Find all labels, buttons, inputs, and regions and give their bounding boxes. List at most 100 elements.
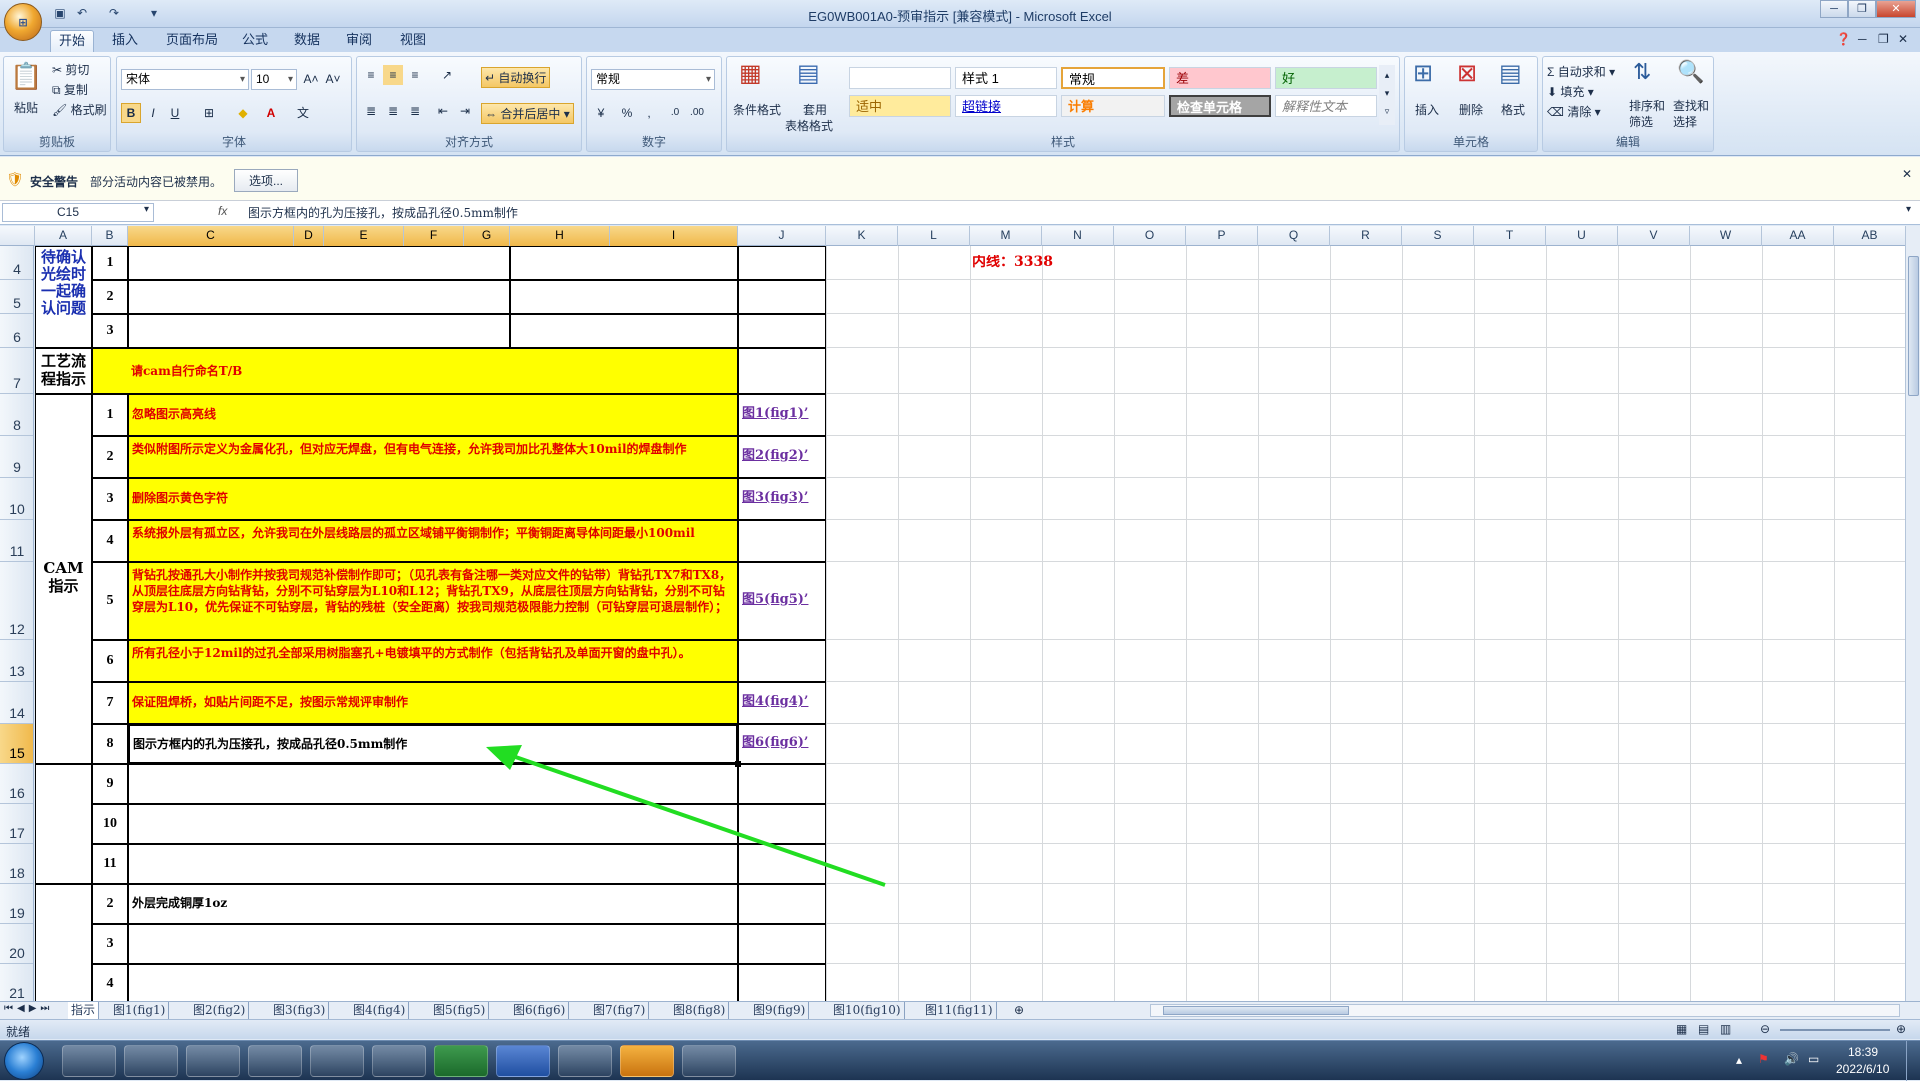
paste-button[interactable]: 粘贴: [14, 99, 38, 116]
start-button[interactable]: [4, 1042, 44, 1080]
row-header-19[interactable]: 19: [0, 884, 33, 924]
col-header-e[interactable]: E: [324, 226, 404, 246]
bottom-num-3[interactable]: 3: [92, 924, 128, 964]
sheet-tab-fig5[interactable]: 图5(fig5): [430, 1002, 490, 1020]
show-desktop-button[interactable]: [1906, 1041, 1920, 1081]
cam-label[interactable]: CAM指示: [35, 394, 92, 764]
sort-filter-label-2[interactable]: 筛选: [1629, 113, 1653, 130]
sheet-tab-instructions[interactable]: 指示: [68, 1002, 100, 1020]
fill-button[interactable]: ⬇ 填充 ▾: [1547, 83, 1594, 100]
fill-color-button[interactable]: ◆: [233, 103, 253, 123]
sheet-tab-fig7[interactable]: 图7(fig7): [590, 1002, 650, 1020]
item-link-7[interactable]: 图4(fig4)’: [742, 695, 808, 709]
sheet-tab-fig4[interactable]: 图4(fig4): [350, 1002, 410, 1020]
item-num-10[interactable]: 10: [92, 804, 128, 844]
security-close-icon[interactable]: ✕: [1902, 167, 1912, 181]
bottom-text-3[interactable]: [128, 924, 738, 964]
col-header-b[interactable]: B: [92, 226, 128, 246]
row-header-20[interactable]: 20: [0, 924, 33, 964]
undo-icon[interactable]: ↶: [74, 5, 90, 21]
item-link-cell-5[interactable]: 图5(fig5)’: [738, 562, 826, 640]
tab-page-layout[interactable]: 页面布局: [158, 30, 226, 52]
style-bad[interactable]: 差: [1169, 67, 1271, 89]
increase-decimal-button[interactable]: .0: [665, 103, 685, 123]
confirm-cell[interactable]: [510, 314, 738, 348]
table-format-button[interactable]: 套用: [803, 101, 827, 118]
name-box[interactable]: C15: [2, 203, 154, 222]
ribbon-close-icon[interactable]: ✕: [1898, 32, 1908, 46]
new-sheet-icon[interactable]: ⊕: [1014, 1003, 1024, 1017]
taskbar-app-red[interactable]: [310, 1045, 364, 1077]
clear-button[interactable]: ⌫ 清除 ▾: [1547, 103, 1601, 120]
delete-cells-button[interactable]: 删除: [1459, 101, 1483, 118]
confirm-num-3[interactable]: 3: [92, 314, 128, 348]
bottom-num-4[interactable]: 4: [92, 964, 128, 1001]
bottom-text-4[interactable]: [128, 964, 738, 1001]
comma-button[interactable]: ,: [639, 103, 659, 123]
taskbar-app-feather[interactable]: [248, 1045, 302, 1077]
style-check-cell[interactable]: 检查单元格: [1169, 95, 1271, 117]
row-header-16[interactable]: 16: [0, 764, 33, 804]
close-button[interactable]: ✕: [1876, 0, 1916, 18]
redo-icon[interactable]: ↷: [106, 5, 122, 21]
currency-button[interactable]: ¥: [591, 103, 611, 123]
col-header-c[interactable]: C: [128, 226, 294, 246]
col-header-l[interactable]: L: [898, 226, 970, 246]
formula-input[interactable]: 图示方框内的孔为压接孔，按成品孔径0.5mm制作: [248, 204, 518, 221]
item-link-cell-11[interactable]: [738, 844, 826, 884]
confirm-cell[interactable]: [510, 280, 738, 314]
confirm-cell[interactable]: [128, 280, 510, 314]
save-icon[interactable]: ▣: [52, 5, 68, 21]
confirm-j-cell[interactable]: [738, 246, 826, 280]
find-select-button[interactable]: 查找和: [1673, 97, 1709, 114]
item-num-11[interactable]: 11: [92, 844, 128, 884]
tab-home[interactable]: 开始: [50, 30, 95, 52]
item-num-9[interactable]: 9: [92, 764, 128, 804]
item-text-1[interactable]: 忽略图示高亮线: [128, 394, 738, 436]
sheet-tab-fig6[interactable]: 图6(fig6): [510, 1002, 570, 1020]
align-bottom-button[interactable]: ≡: [405, 65, 425, 85]
confirm-j-cell[interactable]: [738, 314, 826, 348]
clock-date[interactable]: 2022/6/10: [1836, 1062, 1889, 1076]
sheet-tab-fig8[interactable]: 图8(fig8): [670, 1002, 730, 1020]
align-top-button[interactable]: ≡: [361, 65, 381, 85]
zoom-in-icon[interactable]: ⊕: [1896, 1022, 1906, 1036]
office-button[interactable]: ⊞: [4, 3, 42, 41]
item-link-cell-8[interactable]: 图6(fig6)’: [738, 724, 826, 764]
style-blank[interactable]: [849, 67, 951, 89]
bottom-label-cell[interactable]: [35, 884, 92, 1001]
increase-indent-button[interactable]: ⇥: [455, 101, 475, 121]
phonetic-button[interactable]: 文: [293, 103, 313, 123]
worksheet-grid[interactable]: 待确认光绘时一起确认问题 工艺流程指示 CAM指示 1 2 3 请cam自行命名…: [35, 246, 1905, 1001]
item-num-5[interactable]: 5: [92, 562, 128, 640]
grow-font-button[interactable]: A˄: [301, 69, 321, 89]
item-num-1[interactable]: 1: [92, 394, 128, 436]
row-header-13[interactable]: 13: [0, 640, 33, 682]
normal-view-icon[interactable]: ▦: [1676, 1022, 1687, 1036]
find-select-label-2[interactable]: 选择: [1673, 113, 1697, 130]
col-header-v[interactable]: V: [1618, 226, 1690, 246]
row-header-9[interactable]: 9: [0, 436, 33, 478]
item-num-8[interactable]: 8: [92, 724, 128, 764]
formula-expand-icon[interactable]: ▾: [1906, 204, 1911, 215]
vertical-scrollbar[interactable]: [1905, 226, 1920, 1001]
name-box-dropdown-icon[interactable]: ▾: [144, 204, 149, 215]
row-header-6[interactable]: 6: [0, 314, 33, 348]
format-painter-button[interactable]: 🖌 格式刷: [52, 101, 107, 118]
taskbar-app-x[interactable]: [620, 1045, 674, 1077]
page-break-view-icon[interactable]: ▥: [1720, 1022, 1731, 1036]
minimize-button[interactable]: ─: [1820, 0, 1848, 18]
style-hyperlink[interactable]: 超链接: [955, 95, 1057, 117]
font-color-button[interactable]: A: [261, 103, 281, 123]
col-header-n[interactable]: N: [1042, 226, 1114, 246]
vertical-scroll-thumb[interactable]: [1908, 256, 1919, 396]
sheet-tab-fig11[interactable]: 图11(fig11): [922, 1002, 997, 1020]
row-header-17[interactable]: 17: [0, 804, 33, 844]
bottom-text-2[interactable]: 外层完成铜厚1oz: [128, 884, 738, 924]
process-label[interactable]: 工艺流程指示: [35, 348, 92, 394]
horizontal-scroll-thumb[interactable]: [1163, 1006, 1349, 1015]
row-header-12[interactable]: 12: [0, 562, 33, 640]
row-header-4[interactable]: 4: [0, 246, 33, 280]
item-text-2[interactable]: 类似附图所示定义为金属化孔，但对应无焊盘，但有电气连接，允许我司加比孔整体大10…: [128, 436, 738, 478]
bottom-j-cell[interactable]: [738, 964, 826, 1001]
